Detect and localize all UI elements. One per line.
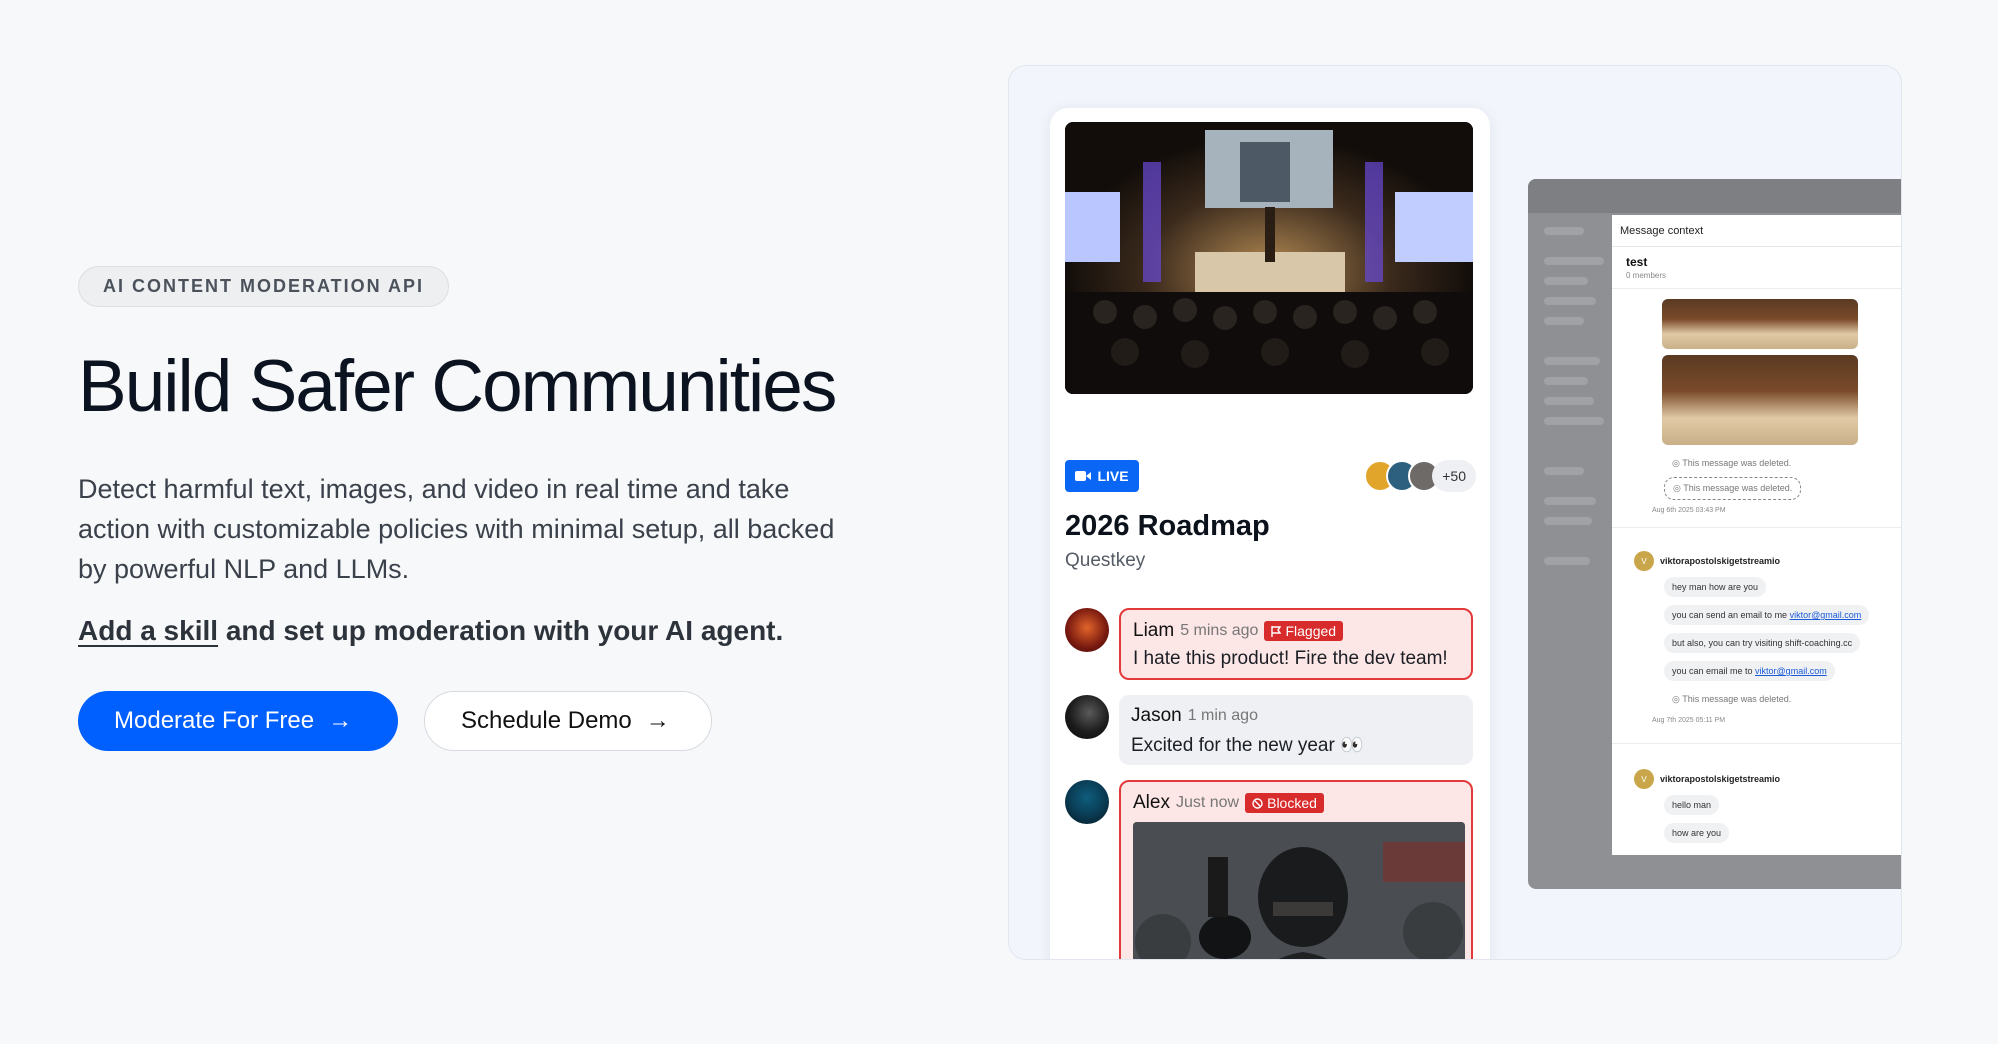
blocked-image [1133,822,1465,959]
blocked-badge: Blocked [1245,793,1324,813]
user-name: viktorapostolskigetstreamio [1660,556,1781,566]
viewer-avatars[interactable]: +50 [1364,460,1476,492]
deleted-message-selected[interactable]: ◎ This message was deleted. [1664,477,1802,500]
avatar [1065,608,1109,652]
user-avatar: V [1634,769,1654,789]
live-label: LIVE [1097,468,1129,484]
moderation-dashboard-screenshot: Message context test 0 members ◎ This me… [1528,179,1901,889]
message-pill[interactable]: you can email me to viktor@gmail.com [1664,661,1835,681]
dashboard-topbar [1528,179,1901,213]
email-link[interactable]: viktor@gmail.com [1790,610,1862,620]
cta-rest-text: and set up moderation with your AI agent… [218,615,784,647]
live-badge: LIVE [1065,460,1139,492]
message-author-row: V viktorapostolskigetstreamio [1634,769,1780,789]
button-group: Moderate For Free → Schedule Demo → [78,691,838,752]
message-time: 1 min ago [1187,707,1258,724]
attachment-image[interactable] [1662,355,1858,445]
stage-scene-image [1065,122,1473,394]
eyebrow-badge: AI CONTENT MODERATION API [78,266,449,307]
avatar [1065,695,1109,739]
message-author: Jason [1131,705,1182,726]
message-author: Alex [1133,792,1170,813]
channel-name: test [1626,255,1648,269]
message-header: Jason 1 min ago [1131,705,1461,727]
user-name: viktorapostolskigetstreamio [1660,774,1781,784]
moderate-free-label: Moderate For Free [114,707,315,735]
message-text: Excited for the new year 👀 [1131,735,1364,756]
message-pill[interactable]: but also, you can try visiting shift-coa… [1664,633,1861,653]
message-context-modal: Message context test 0 members ◎ This me… [1612,215,1901,855]
message-bubble[interactable]: Jason 1 min ago Excited for the new year… [1119,695,1473,765]
blocked-image-content [1133,822,1465,959]
message-header: Liam 5 mins ago Flagged [1133,620,1459,642]
channel-info: test 0 members [1612,247,1901,289]
message-time: 5 mins ago [1180,622,1259,639]
video-camera-icon [1075,471,1092,481]
message-date: Aug 7th 2025 05:11 PM [1652,717,1726,724]
moderate-free-button[interactable]: Moderate For Free → [78,691,398,752]
message-pill[interactable]: how are you [1664,823,1730,843]
user-avatar: V [1634,551,1654,571]
attachment-image[interactable] [1662,299,1858,349]
avatar [1065,780,1109,824]
message-time: Just now [1175,794,1240,811]
livestream-video[interactable] [1065,122,1473,394]
modal-title: Message context [1612,215,1901,247]
email-link[interactable]: viktor@gmail.com [1755,666,1827,676]
flagged-badge: Flagged [1264,621,1344,641]
livestream-chat-card: LIVE +50 2026 Roadmap Questkey Liam 5 mi… [1050,108,1490,959]
arrow-right-icon: → [328,707,353,735]
room-subtitle: Questkey [1065,550,1146,571]
viewer-count: +50 [1432,460,1476,492]
deleted-message: ◎ This message was deleted. [1672,458,1792,468]
hero-section: AI CONTENT MODERATION API Build Safer Co… [78,266,838,752]
arrow-right-icon: → [645,707,670,735]
schedule-demo-button[interactable]: Schedule Demo → [424,691,712,752]
message-pill[interactable]: hello man [1664,795,1720,815]
room-title: 2026 Roadmap [1065,510,1270,542]
product-preview-panel: LIVE +50 2026 Roadmap Questkey Liam 5 mi… [1008,65,1902,960]
hero-cta-text: Add a skill and set up moderation with y… [78,615,838,647]
blocked-label: Blocked [1267,795,1317,811]
page-title: Build Safer Communities [78,346,837,427]
channel-members: 0 members [1626,271,1667,280]
message-author: Liam [1133,620,1175,641]
flagged-label: Flagged [1285,623,1337,639]
deleted-message: ◎ This message was deleted. [1672,694,1792,704]
hero-description: Detect harmful text, images, and video i… [78,474,835,585]
message-pill[interactable]: you can send an email to me viktor@gmail… [1664,605,1870,625]
message-bubble-blocked[interactable]: Alex Just now Blocked [1119,780,1473,959]
message-author-row: V viktorapostolskigetstreamio [1634,551,1780,571]
block-icon [1252,797,1263,809]
message-pill[interactable]: hey man how are you [1664,577,1767,597]
schedule-demo-label: Schedule Demo [461,707,632,735]
flag-icon [1271,625,1282,637]
message-text: I hate this product! Fire the dev team! [1133,648,1448,669]
message-header: Alex Just now Blocked [1133,792,1459,814]
message-bubble-flagged[interactable]: Liam 5 mins ago Flagged I hate this prod… [1119,608,1473,680]
add-skill-link[interactable]: Add a skill [78,615,218,646]
message-date: Aug 6th 2025 03:43 PM [1652,507,1726,514]
